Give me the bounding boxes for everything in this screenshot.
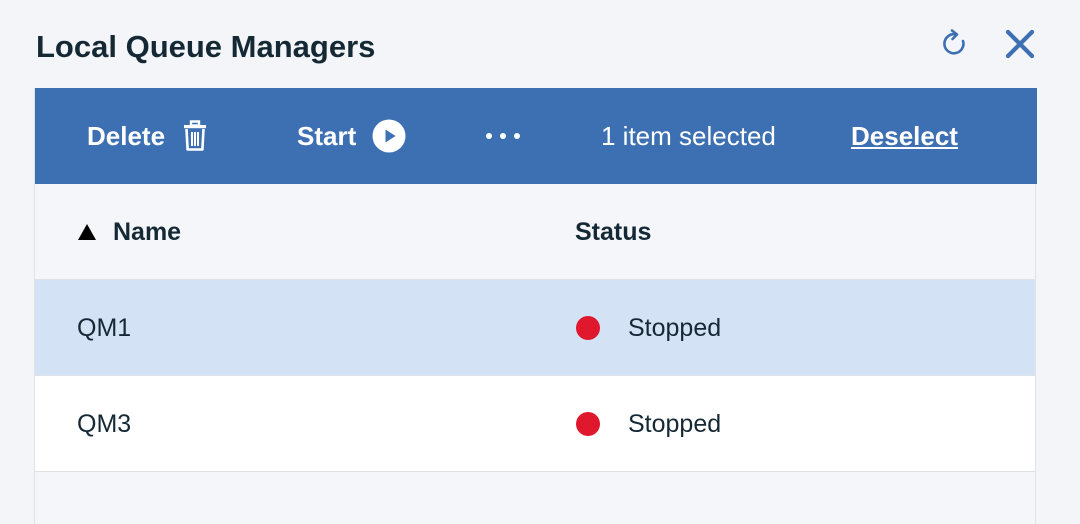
queue-manager-name: QM1 — [77, 313, 132, 342]
batch-action-bar: Delete Start 1 item selected Deselect — [35, 88, 1037, 184]
status-cell: Stopped — [576, 376, 721, 472]
close-icon — [1005, 29, 1035, 59]
refresh-button[interactable] — [934, 22, 978, 66]
start-button[interactable]: Start — [297, 88, 406, 184]
status-stopped-icon — [576, 316, 600, 340]
play-icon — [372, 119, 406, 153]
overflow-menu-button[interactable] — [485, 88, 521, 184]
widget-actions — [934, 22, 1042, 66]
queue-manager-name: QM3 — [77, 409, 132, 438]
queue-manager-table: Delete Start 1 item selected Deselect Na… — [34, 88, 1037, 524]
table-row[interactable]: QM1 Stopped — [35, 280, 1035, 376]
delete-button[interactable]: Delete — [87, 88, 207, 184]
refresh-icon — [943, 29, 965, 55]
status-stopped-icon — [576, 412, 600, 436]
status-label: Stopped — [628, 409, 722, 438]
column-header-name-label: Name — [113, 217, 182, 246]
table-header-row: Name Status — [35, 184, 1035, 280]
status-cell: Stopped — [576, 280, 721, 376]
trash-icon — [183, 120, 207, 152]
sort-ascending-icon — [77, 223, 97, 241]
table-row[interactable]: QM3 Stopped — [35, 376, 1035, 472]
column-header-name[interactable]: Name — [77, 184, 181, 280]
delete-label: Delete — [87, 120, 166, 151]
widget-title: Local Queue Managers — [36, 29, 376, 64]
close-button[interactable] — [998, 22, 1042, 66]
more-horizontal-icon — [486, 133, 520, 139]
deselect-button[interactable]: Deselect — [851, 88, 958, 184]
start-label: Start — [297, 120, 357, 151]
column-header-status-label: Status — [575, 217, 652, 246]
status-label: Stopped — [628, 313, 722, 342]
column-header-status: Status — [575, 184, 651, 280]
selection-count: 1 item selected — [601, 120, 776, 151]
